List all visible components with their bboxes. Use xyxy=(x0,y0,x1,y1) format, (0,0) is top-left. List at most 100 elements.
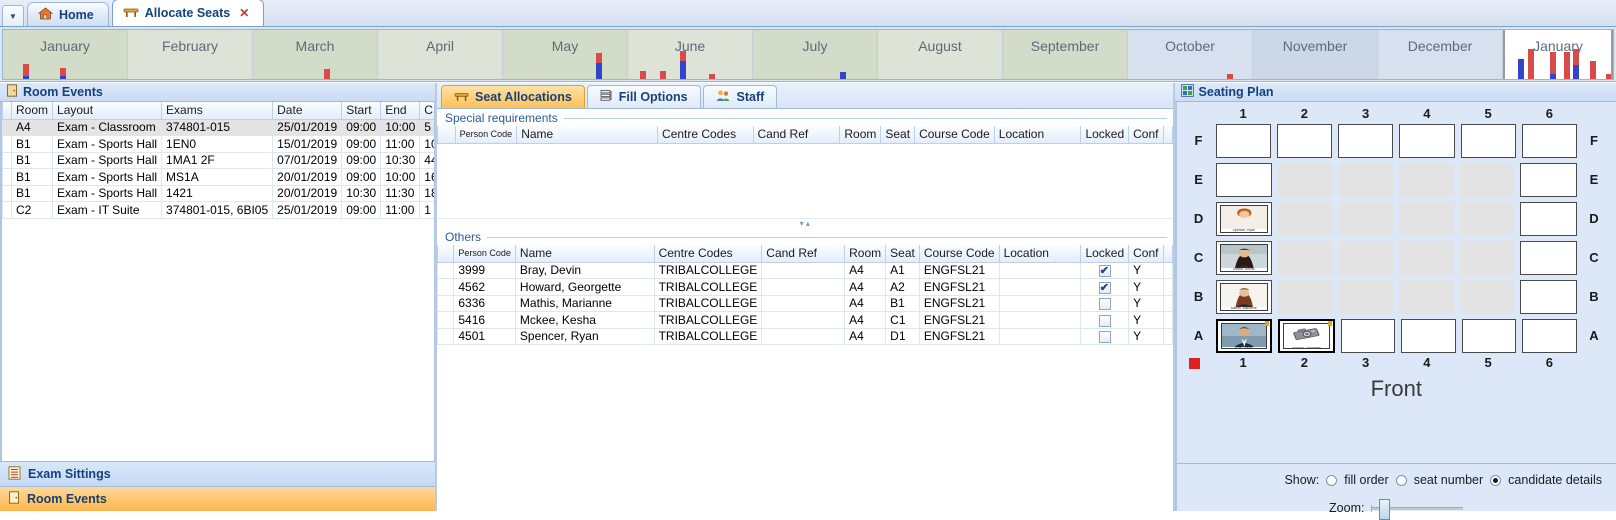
seat-cell-C1[interactable]: Mckee, Kesha xyxy=(1216,241,1273,275)
table-cell[interactable] xyxy=(762,279,845,296)
table-cell[interactable]: A1 xyxy=(886,262,920,279)
locked-cell[interactable] xyxy=(1081,279,1129,296)
table-cell[interactable]: 09:00 xyxy=(342,152,381,169)
table-cell[interactable]: 20/01/2019 xyxy=(273,185,342,202)
seat-cell-A1[interactable]: Bray, Devin xyxy=(1216,319,1273,353)
table-row[interactable]: B1Exam - Sports Hall142120/01/201910:301… xyxy=(3,185,436,202)
table-cell[interactable] xyxy=(999,262,1081,279)
table-cell[interactable]: A2 xyxy=(886,279,920,296)
seat-cell-D1[interactable]: Spencer, Ryan xyxy=(1216,202,1273,236)
table-cell[interactable]: 10 xyxy=(420,136,435,153)
column-header[interactable]: Course Code xyxy=(915,126,995,143)
table-cell[interactable]: Exam - Sports Hall xyxy=(53,152,162,169)
column-header-filler[interactable] xyxy=(1163,245,1172,262)
table-cell[interactable]: Exam - Classroom xyxy=(53,119,162,136)
seat-candidate-card[interactable]: Howard, Georgette xyxy=(1283,323,1330,349)
radio-fill-order-label[interactable]: fill order xyxy=(1344,473,1388,487)
locked-cell[interactable] xyxy=(1081,328,1129,345)
table-row[interactable]: B1Exam - Sports Hall1EN015/01/201909:001… xyxy=(3,136,436,153)
table-cell[interactable]: C1 xyxy=(886,312,920,329)
table-cell[interactable]: A4 xyxy=(12,119,53,136)
table-row[interactable]: B1Exam - Sports Hall1MA1 2F07/01/201909:… xyxy=(3,152,436,169)
column-header[interactable]: Seat xyxy=(886,245,920,262)
table-cell[interactable]: 5 xyxy=(420,119,435,136)
table-row[interactable]: B1Exam - Sports HallMS1A20/01/201909:001… xyxy=(3,169,436,186)
document-tab-home[interactable]: Home xyxy=(27,2,109,26)
checkbox-unchecked[interactable] xyxy=(1099,315,1111,327)
table-cell[interactable]: 3999 xyxy=(454,262,516,279)
room-events-body[interactable]: A4Exam - Classroom374801-01525/01/201909… xyxy=(3,119,436,218)
table-cell[interactable]: 11:30 xyxy=(381,185,420,202)
table-cell[interactable]: B1 xyxy=(12,136,53,153)
column-header[interactable]: Centre Codes xyxy=(654,245,762,262)
grid-splitter[interactable]: ▾ ▴ xyxy=(437,218,1173,228)
zoom-slider[interactable] xyxy=(1371,507,1463,510)
table-cell[interactable]: 11:00 xyxy=(381,202,420,219)
seat-cell-F5[interactable] xyxy=(1461,124,1516,158)
seat-candidate-card[interactable]: Spencer, Ryan xyxy=(1220,205,1269,233)
table-row[interactable]: 4501Spencer, RyanTRIBALCOLLEGEA4D1ENGFSL… xyxy=(438,328,1173,345)
column-header[interactable]: Cand Ref xyxy=(753,126,840,143)
table-cell[interactable]: 18 xyxy=(420,185,435,202)
table-cell[interactable]: TRIBALCOLLEGE xyxy=(654,295,762,312)
table-cell[interactable]: ENGFSL21 xyxy=(919,328,999,345)
table-cell[interactable]: C2 xyxy=(12,202,53,219)
table-cell[interactable]: Y xyxy=(1129,312,1163,329)
table-cell[interactable]: MS1A xyxy=(162,169,273,186)
table-cell[interactable] xyxy=(762,312,845,329)
timeline-scroller[interactable]: JanuaryFebruaryMarchAprilMayJuneJulyAugu… xyxy=(0,27,1616,82)
table-cell[interactable]: D1 xyxy=(886,328,920,345)
table-cell-filler[interactable] xyxy=(1163,262,1172,279)
column-header[interactable] xyxy=(3,102,12,119)
radio-candidate-details[interactable] xyxy=(1490,475,1501,486)
room-events-grid[interactable]: RoomLayoutExamsDateStartEndCO A4Exam - C… xyxy=(2,102,435,219)
table-cell[interactable]: 1MA1 2F xyxy=(162,152,273,169)
table-cell[interactable] xyxy=(3,169,12,186)
table-cell[interactable]: ENGFSL21 xyxy=(919,279,999,296)
timeline-month-4[interactable]: May xyxy=(503,30,628,79)
table-cell[interactable]: A4 xyxy=(845,328,886,345)
table-cell[interactable]: ENGFSL21 xyxy=(919,312,999,329)
column-header[interactable]: Person Code xyxy=(454,245,516,262)
table-cell[interactable]: Howard, Georgette xyxy=(515,279,654,296)
table-cell[interactable] xyxy=(3,119,12,136)
radio-fill-order[interactable] xyxy=(1326,475,1337,486)
table-row[interactable]: A4Exam - Classroom374801-01525/01/201909… xyxy=(3,119,436,136)
seat-candidate-card[interactable]: Mckee, Kesha xyxy=(1220,244,1269,272)
zoom-slider-thumb[interactable] xyxy=(1379,499,1390,520)
table-cell[interactable]: 10:00 xyxy=(381,169,420,186)
column-header[interactable]: Person Code xyxy=(455,126,517,143)
column-header[interactable]: Location xyxy=(999,245,1081,262)
table-cell[interactable]: 11:00 xyxy=(381,136,420,153)
column-header[interactable]: Layout xyxy=(53,102,162,119)
column-header[interactable]: Room xyxy=(840,126,881,143)
table-cell[interactable] xyxy=(438,328,454,345)
table-cell[interactable] xyxy=(438,312,454,329)
table-cell[interactable]: 16 xyxy=(420,169,435,186)
table-row[interactable]: 3999Bray, DevinTRIBALCOLLEGEA4A1ENGFSL21… xyxy=(438,262,1173,279)
table-cell[interactable]: 10:00 xyxy=(381,119,420,136)
column-header[interactable]: Seat xyxy=(881,126,915,143)
table-cell-filler[interactable] xyxy=(1163,312,1172,329)
table-cell[interactable]: 25/01/2019 xyxy=(273,119,342,136)
column-header[interactable]: Conf xyxy=(1129,126,1163,143)
table-cell[interactable] xyxy=(3,136,12,153)
table-cell[interactable]: Exam - Sports Hall xyxy=(53,136,162,153)
column-header[interactable]: Location xyxy=(994,126,1081,143)
tab-staff[interactable]: Staff xyxy=(703,85,778,108)
seat-candidate-card[interactable]: Bray, Devin xyxy=(1221,323,1268,349)
table-cell[interactable]: 07/01/2019 xyxy=(273,152,342,169)
table-cell[interactable] xyxy=(438,279,454,296)
table-cell[interactable]: Exam - Sports Hall xyxy=(53,185,162,202)
document-tab-allocate-seats[interactable]: Allocate Seats ✕ xyxy=(112,0,265,26)
table-cell[interactable] xyxy=(3,185,12,202)
table-cell[interactable]: 1EN0 xyxy=(162,136,273,153)
table-cell-filler[interactable] xyxy=(1163,295,1172,312)
timeline-month-9[interactable]: October xyxy=(1128,30,1253,79)
seat-cell-E1[interactable] xyxy=(1216,163,1273,197)
table-cell[interactable]: Y xyxy=(1129,328,1163,345)
seat-cell-A6[interactable] xyxy=(1522,319,1577,353)
table-cell[interactable]: B1 xyxy=(12,185,53,202)
table-cell[interactable]: A4 xyxy=(845,295,886,312)
table-cell[interactable]: ENGFSL21 xyxy=(919,262,999,279)
